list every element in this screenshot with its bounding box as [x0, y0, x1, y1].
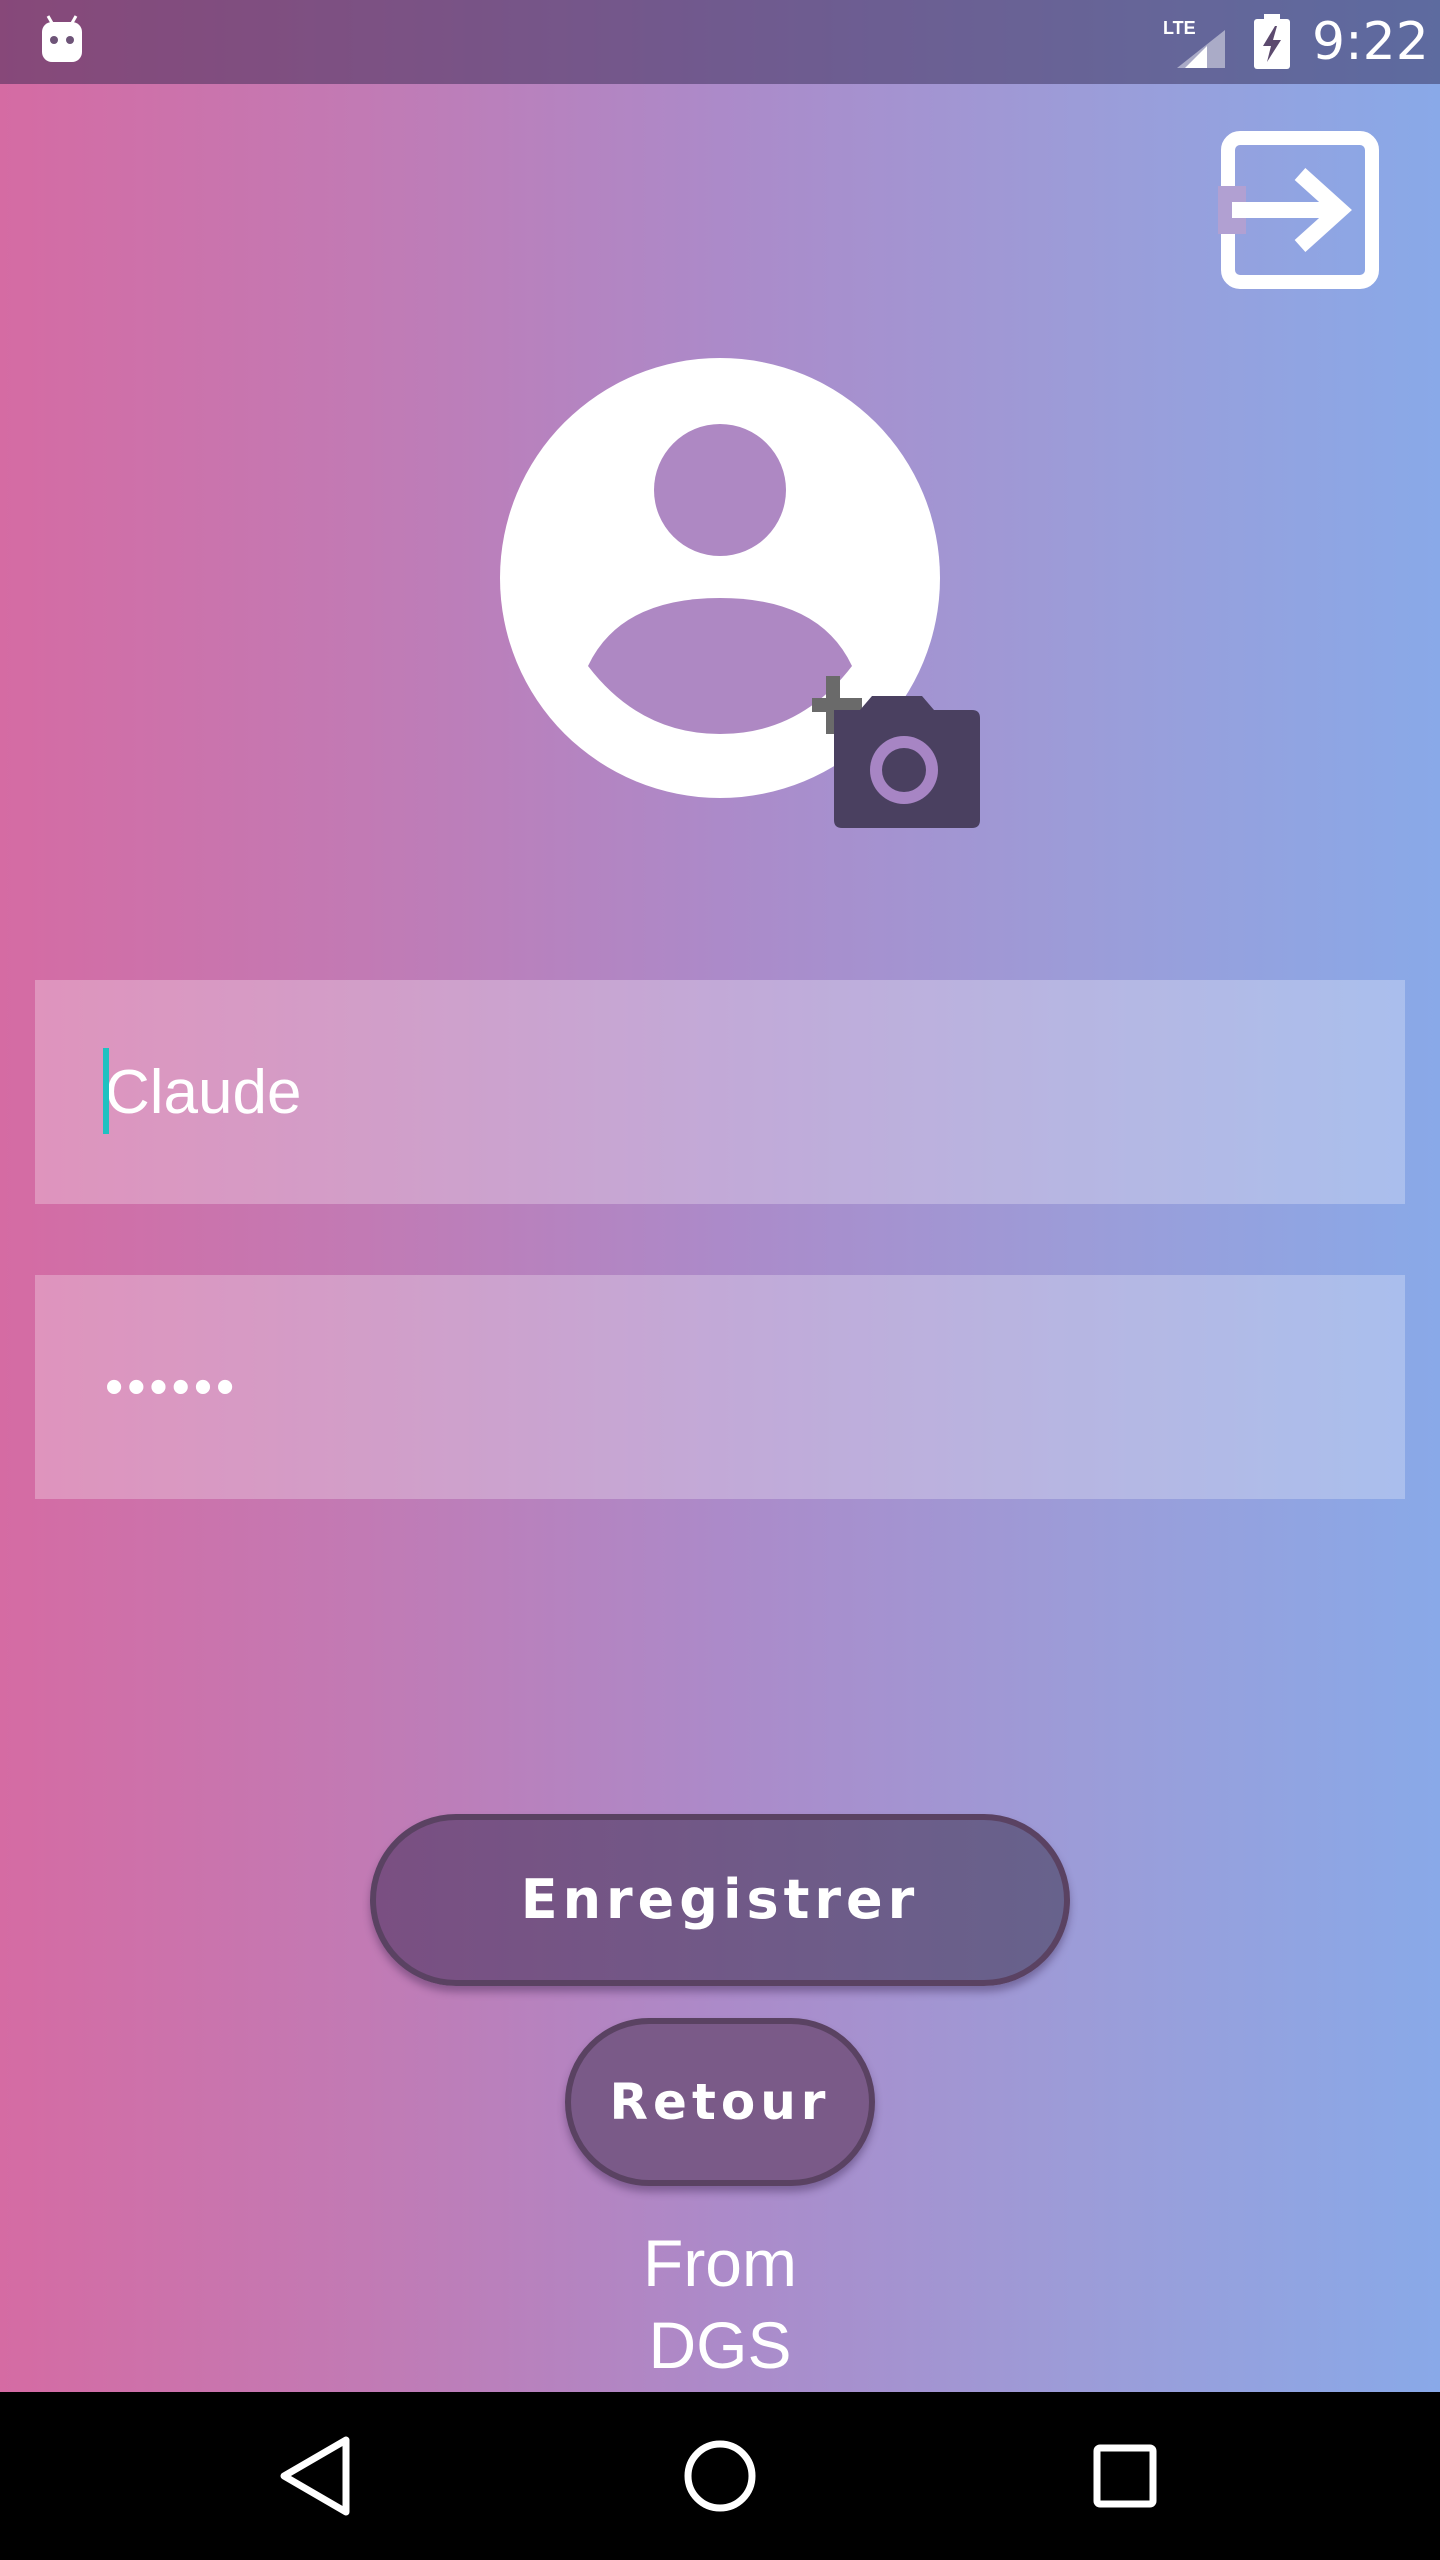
nav-home-button[interactable]	[670, 2426, 770, 2526]
android-icon	[42, 15, 82, 62]
nav-recents-icon	[1093, 2444, 1157, 2508]
nav-back-icon	[280, 2436, 350, 2516]
nav-recents-button[interactable]	[1075, 2426, 1175, 2526]
add-a-photo-icon	[812, 676, 980, 828]
nav-home-icon	[684, 2440, 756, 2512]
add-photo-button[interactable]	[812, 676, 980, 828]
password-input[interactable]	[105, 1275, 1355, 1499]
exit-to-app-icon	[1218, 131, 1379, 289]
credit-line-dgs: DGS	[648, 2308, 792, 2382]
profile-screen: LTE 9:22 Claude •••••• Enregistrer Retou…	[0, 0, 1440, 2560]
clock: 9:22	[1312, 12, 1429, 72]
network-type-label: LTE	[1163, 18, 1196, 38]
battery-charging-icon	[1254, 14, 1290, 69]
nav-back-button[interactable]	[266, 2426, 366, 2526]
back-button[interactable]: Retour	[565, 2018, 875, 2186]
logout-button[interactable]	[1218, 128, 1382, 292]
username-input[interactable]	[105, 980, 1355, 1204]
password-field[interactable]	[35, 1275, 1405, 1499]
text-cursor	[103, 1048, 109, 1134]
save-button[interactable]: Enregistrer	[370, 1814, 1070, 1986]
credit-line-from: From	[643, 2226, 797, 2300]
credit-text: From DGS	[520, 2222, 920, 2386]
status-bar: LTE 9:22	[0, 0, 1440, 84]
navigation-bar	[0, 2392, 1440, 2560]
lte-signal-icon: LTE	[1163, 18, 1225, 68]
username-field[interactable]	[35, 980, 1405, 1204]
